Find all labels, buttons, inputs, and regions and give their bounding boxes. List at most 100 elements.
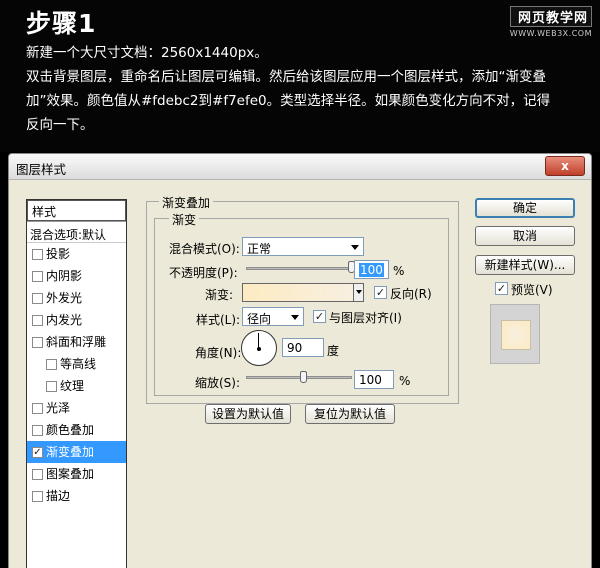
- new-style-button[interactable]: 新建样式(W)...: [475, 255, 575, 275]
- style-item-label: 内阴影: [46, 269, 83, 283]
- style-item[interactable]: ✓ 渐变叠加: [27, 441, 126, 463]
- scale-slider-handle[interactable]: [300, 371, 308, 383]
- reverse-label: 反向(R): [390, 287, 432, 301]
- step-title: 步骤1: [26, 9, 97, 38]
- opacity-input[interactable]: 100: [354, 260, 389, 279]
- angle-dial[interactable]: [241, 330, 277, 366]
- gradient-label: 渐变:: [205, 288, 234, 302]
- checkbox-icon[interactable]: [32, 271, 43, 282]
- scale-value: 100: [359, 373, 382, 387]
- scale-percent-sign: %: [399, 374, 411, 388]
- checkbox-icon[interactable]: [32, 403, 43, 414]
- blend-mode-select[interactable]: 正常: [242, 237, 364, 256]
- opacity-value: 100: [359, 263, 384, 277]
- site-watermark: 网页教学网 WWW.WEB3X.COM: [509, 6, 592, 38]
- opacity-label: 不透明度(P):: [169, 266, 238, 280]
- opacity-slider-track[interactable]: [246, 267, 352, 270]
- blend-mode-value: 正常: [247, 242, 272, 256]
- watermark-url: WWW.WEB3X.COM: [509, 29, 592, 38]
- style-item-label: 渐变叠加: [46, 445, 95, 459]
- style-item-label: 光泽: [46, 401, 71, 415]
- style-item-label: 内发光: [46, 313, 83, 327]
- checkbox-icon[interactable]: ✓: [32, 447, 43, 458]
- style-preview-thumbnail: [490, 304, 540, 364]
- style-item[interactable]: 内发光: [27, 309, 126, 331]
- reverse-checkbox[interactable]: ✓ 反向(R): [374, 285, 432, 302]
- tutorial-header: 步骤1 新建一个大尺寸文档：2560x1440px。 双击背景图层，重命名后让图…: [0, 0, 600, 152]
- style-item[interactable]: 图案叠加: [27, 463, 126, 485]
- style-item-label: 图案叠加: [46, 467, 95, 481]
- angle-input[interactable]: 90: [282, 338, 324, 357]
- blend-mode-label: 混合模式(O):: [169, 242, 240, 256]
- checkbox-icon[interactable]: [32, 469, 43, 480]
- layer-style-dialog: 图层样式 x 样式 混合选项:默认 投影内阴影外发光内发光斜面和浮雕等高线纹理光…: [8, 153, 592, 568]
- instruction-line-4: 反向一下。: [26, 117, 94, 133]
- angle-label: 角度(N):: [195, 346, 242, 360]
- scale-input[interactable]: 100: [354, 370, 394, 389]
- chevron-down-icon: [356, 290, 362, 294]
- angle-unit: 度: [327, 344, 340, 358]
- checkbox-icon[interactable]: [32, 337, 43, 348]
- styles-header[interactable]: 样式: [27, 200, 126, 221]
- style-item[interactable]: 描边: [27, 485, 126, 507]
- checkbox-icon[interactable]: [46, 381, 57, 392]
- instruction-line-1: 新建一个大尺寸文档：2560x1440px。: [26, 45, 268, 61]
- checkbox-icon[interactable]: [46, 359, 57, 370]
- style-item[interactable]: 外发光: [27, 287, 126, 309]
- style-item-label: 纹理: [60, 379, 85, 393]
- gradient-overlay-title: 渐变叠加: [159, 194, 214, 211]
- check-icon: ✓: [374, 286, 387, 299]
- styles-list: 样式 混合选项:默认 投影 内阴影 外发光 内发光 斜面和浮雕 等高线 纹理 光泽 颜色叠加 ✓ 渐…: [26, 199, 127, 568]
- angle-dial-center: [257, 347, 261, 351]
- opacity-percent-sign: %: [393, 264, 405, 278]
- checkbox-icon[interactable]: [32, 249, 43, 260]
- style-item-label: 斜面和浮雕: [46, 335, 107, 349]
- gradient-picker-swatch[interactable]: [242, 283, 354, 302]
- ok-button[interactable]: 确定: [475, 198, 575, 218]
- cancel-button[interactable]: 取消: [475, 226, 575, 246]
- style-item[interactable]: 颜色叠加: [27, 419, 126, 441]
- gradient-dropdown-button[interactable]: [353, 283, 364, 302]
- close-button[interactable]: x: [545, 156, 585, 176]
- style-item[interactable]: 投影: [27, 243, 126, 265]
- gradient-style-value: 径向: [247, 312, 272, 326]
- checkbox-icon[interactable]: [32, 315, 43, 326]
- angle-value: 90: [287, 341, 303, 355]
- preview-label: 预览(V): [511, 283, 553, 297]
- style-item-label: 投影: [46, 247, 71, 261]
- instruction-line-3: 加”效果。颜色值从#fdebc2到#f7efe0。类型选择半径。如果颜色变化方向…: [26, 93, 551, 109]
- dialog-titlebar[interactable]: 图层样式 x: [9, 154, 591, 180]
- style-item[interactable]: 光泽: [27, 397, 126, 419]
- style-items: 投影 内阴影 外发光 内发光 斜面和浮雕 等高线 纹理 光泽 颜色叠加 ✓ 渐变叠加 图案叠加 描边: [27, 243, 126, 507]
- watermark-main: 网页教学网: [509, 6, 592, 27]
- preview-checkbox[interactable]: ✓ 预览(V): [495, 281, 553, 298]
- reset-to-default-button[interactable]: 复位为默认值: [305, 404, 395, 424]
- align-with-layer-checkbox[interactable]: ✓ 与图层对齐(I): [313, 309, 402, 326]
- gradient-inner-title: 渐变: [169, 211, 200, 228]
- dialog-title: 图层样式: [16, 162, 67, 177]
- scale-label: 缩放(S):: [195, 376, 241, 390]
- gradient-style-select[interactable]: 径向: [242, 307, 304, 326]
- align-with-layer-label: 与图层对齐(I): [329, 311, 402, 325]
- set-as-default-button[interactable]: 设置为默认值: [205, 404, 291, 424]
- scale-slider-track[interactable]: [246, 376, 352, 379]
- style-item[interactable]: 等高线: [27, 353, 126, 375]
- style-label: 样式(L):: [196, 313, 241, 327]
- chevron-down-icon: [291, 315, 299, 320]
- style-item[interactable]: 斜面和浮雕: [27, 331, 126, 353]
- style-item[interactable]: 纹理: [27, 375, 126, 397]
- checkbox-icon[interactable]: [32, 491, 43, 502]
- preview-swatch: [501, 320, 531, 350]
- style-item[interactable]: 内阴影: [27, 265, 126, 287]
- check-icon: ✓: [313, 310, 326, 323]
- style-item-label: 颜色叠加: [46, 423, 95, 437]
- blending-options-item[interactable]: 混合选项:默认: [27, 221, 126, 243]
- chevron-down-icon: [351, 245, 359, 250]
- style-item-label: 等高线: [60, 357, 97, 371]
- check-icon: ✓: [495, 282, 508, 295]
- style-item-label: 描边: [46, 489, 71, 503]
- checkbox-icon[interactable]: [32, 293, 43, 304]
- checkbox-icon[interactable]: [32, 425, 43, 436]
- style-item-label: 外发光: [46, 291, 83, 305]
- instruction-line-2: 双击背景图层，重命名后让图层可编辑。然后给该图层应用一个图层样式，添加“渐变叠: [26, 69, 546, 85]
